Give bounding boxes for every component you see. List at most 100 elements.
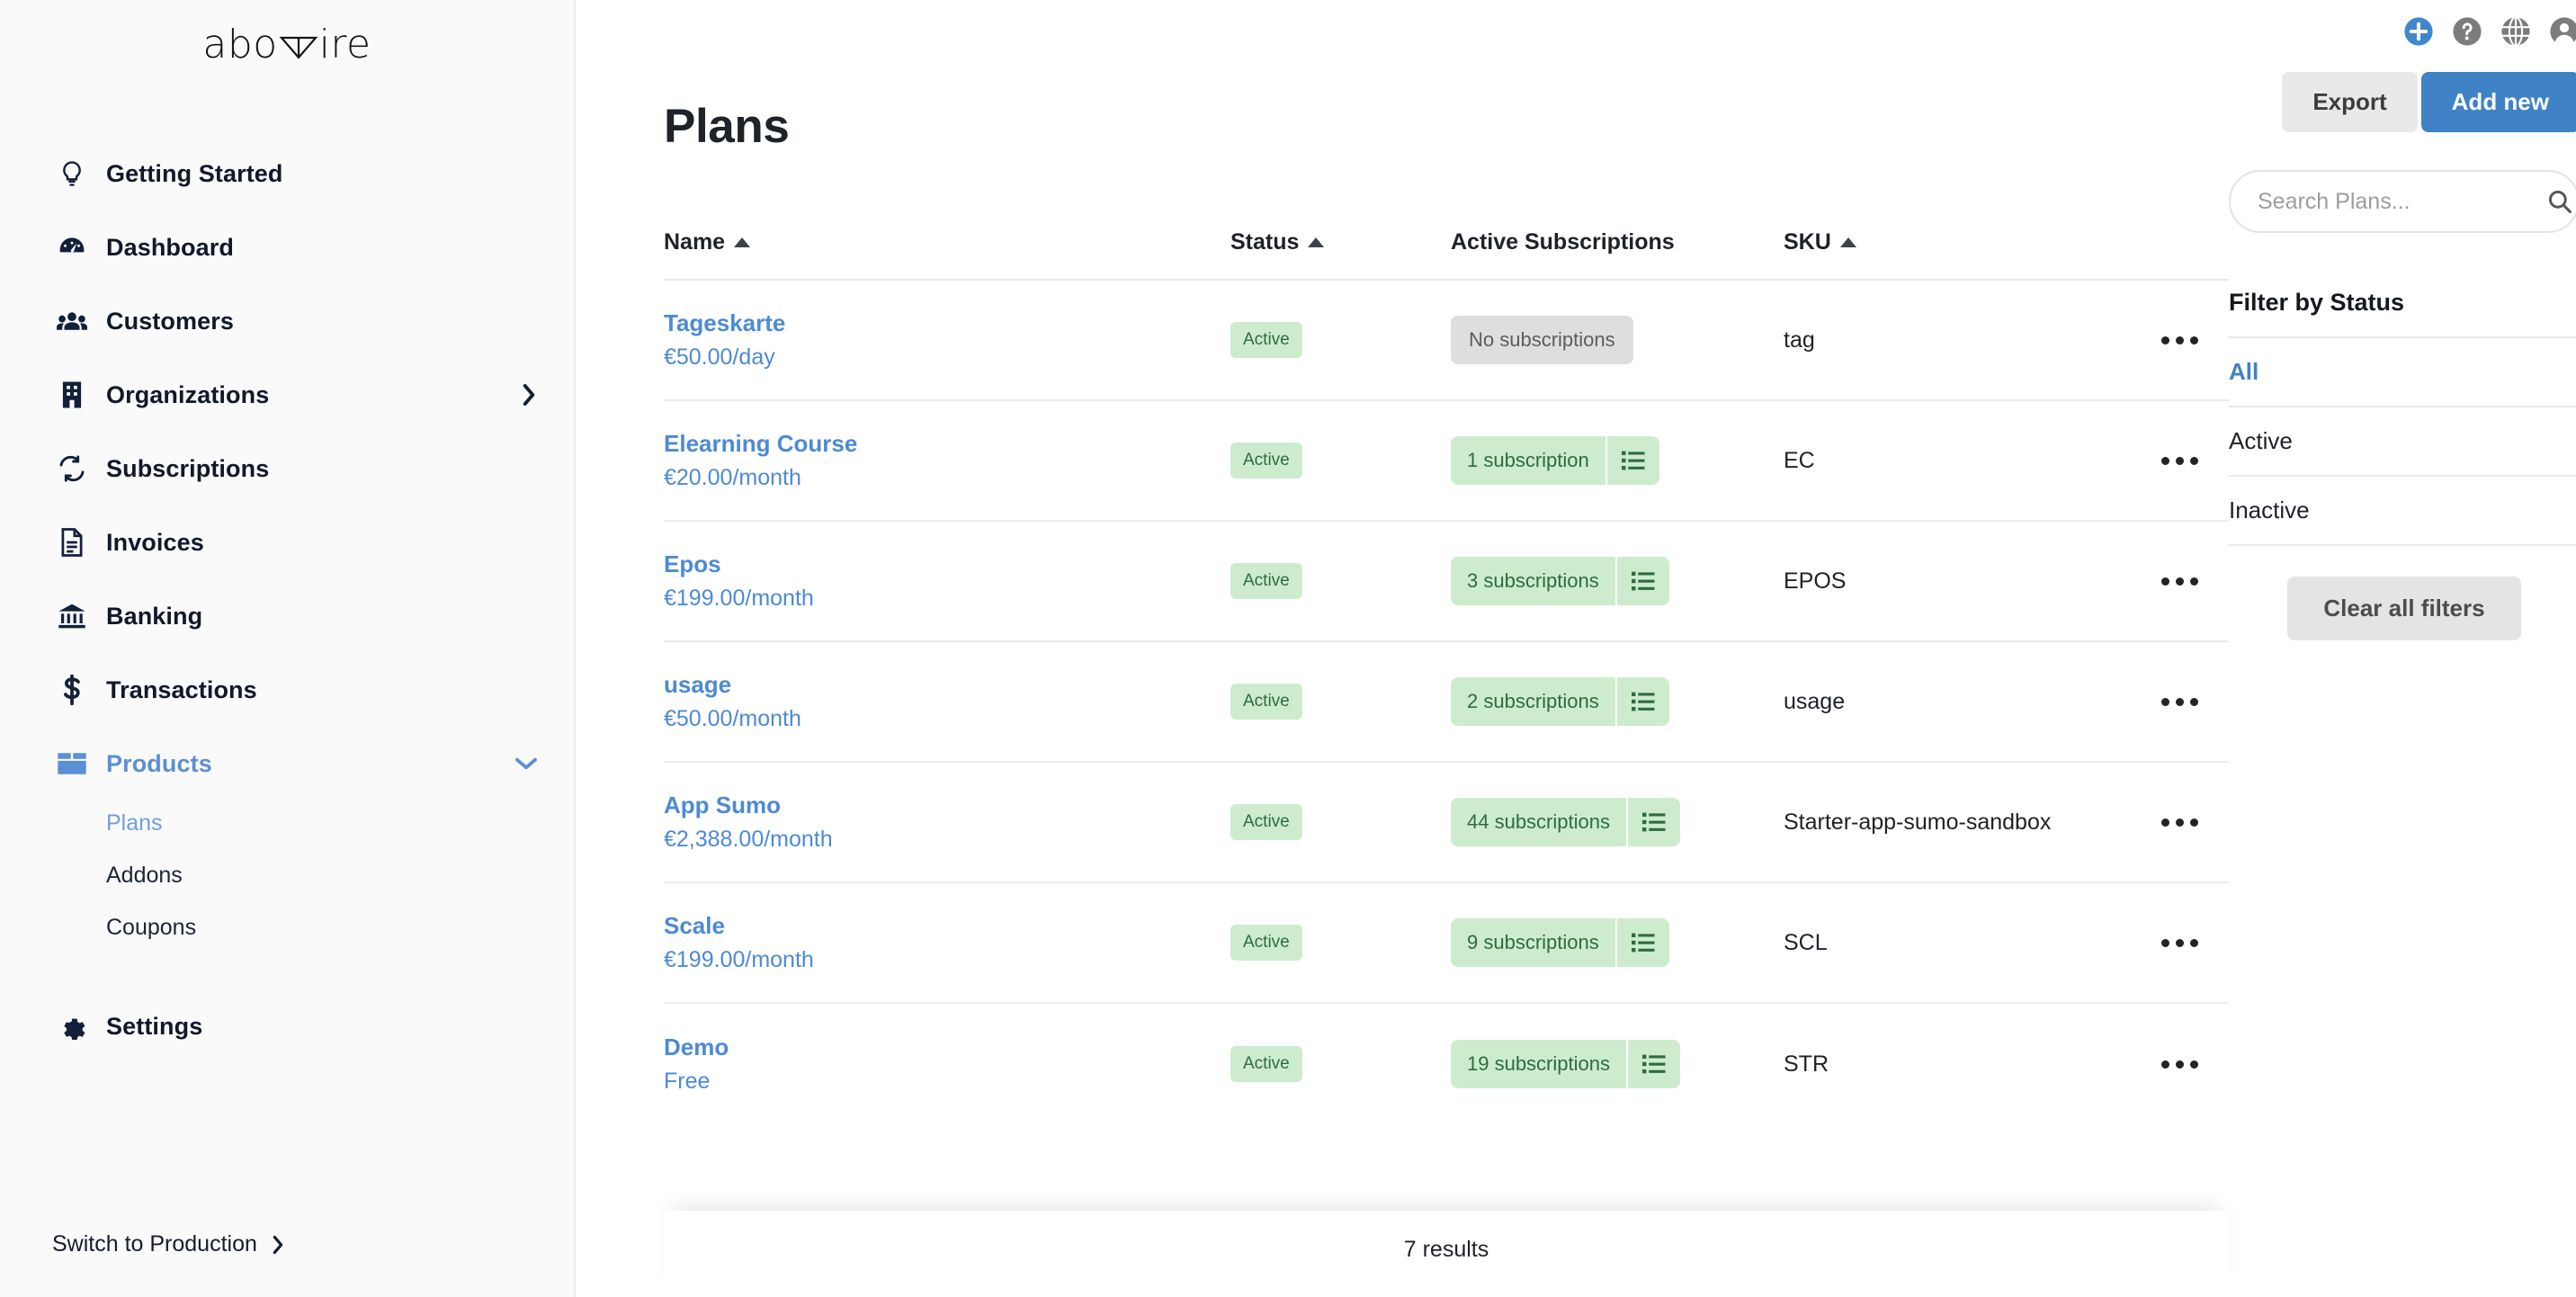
plan-price[interactable]: €199.00/month (664, 947, 1230, 973)
add-circle-icon[interactable] (2403, 16, 2434, 47)
filter-option-active[interactable]: Active (2229, 406, 2576, 475)
table-row: Epos €199.00/month Active 3 subscription… (664, 522, 2229, 642)
subscriptions-count: No subscriptions (1451, 316, 1633, 364)
list-icon[interactable] (1617, 557, 1669, 605)
logo-w-glyph (279, 31, 318, 58)
column-header-sku[interactable]: SKU (1784, 229, 2143, 255)
lightbulb-icon (52, 158, 92, 189)
chevron-down-icon[interactable] (514, 755, 538, 773)
subscriptions-badge[interactable]: 1 subscription (1451, 436, 1659, 485)
cell-subscriptions: 19 subscriptions (1451, 1040, 1784, 1088)
sidebar-item-settings[interactable]: Settings (0, 989, 574, 1063)
export-button[interactable]: Export (2282, 72, 2417, 132)
plan-price[interactable]: €50.00/day (664, 344, 1230, 371)
user-avatar-icon[interactable] (2549, 16, 2576, 47)
dollar-icon (52, 675, 92, 705)
search-input[interactable] (2258, 189, 2547, 215)
sidebar-item-getting-started[interactable]: Getting Started (0, 137, 574, 210)
plan-name-link[interactable]: Demo (664, 1033, 1230, 1061)
sidebar-subitem-plans[interactable]: Plans (0, 797, 574, 849)
table-row: Tageskarte €50.00/day Active No subscrip… (664, 281, 2229, 401)
cell-plan-name: usage €50.00/month (664, 671, 1230, 732)
sidebar-item-subscriptions[interactable]: Subscriptions (0, 432, 574, 505)
column-header-label: Status (1230, 229, 1299, 255)
plan-name-link[interactable]: Tageskarte (664, 309, 1230, 337)
row-actions-menu-icon[interactable] (2158, 808, 2202, 837)
row-actions-menu-icon[interactable] (2158, 1050, 2202, 1079)
results-footer: 7 results (664, 1211, 2229, 1297)
subscriptions-badge[interactable]: 3 subscriptions (1451, 557, 1669, 605)
sidebar: aboire Getting Started Dashboard (0, 0, 576, 1297)
sidebar-subitem-addons[interactable]: Addons (0, 849, 574, 901)
subscriptions-badge[interactable]: 2 subscriptions (1451, 677, 1669, 726)
sidebar-item-organizations[interactable]: Organizations (0, 358, 574, 432)
sidebar-subitem-coupons[interactable]: Coupons (0, 901, 574, 953)
subscriptions-count: 44 subscriptions (1451, 798, 1626, 846)
row-actions-menu-icon[interactable] (2158, 687, 2202, 717)
search-icon[interactable] (2547, 189, 2572, 214)
brand-logo[interactable]: aboire (0, 0, 574, 77)
globe-icon[interactable] (2500, 16, 2531, 47)
cell-actions (2143, 1050, 2229, 1079)
status-badge: Active (1230, 804, 1302, 840)
row-actions-menu-icon[interactable] (2158, 446, 2202, 476)
plan-name-link[interactable]: App Sumo (664, 792, 1230, 819)
gear-icon (52, 1013, 92, 1040)
table-row: Demo Free Active 19 subscriptions STR (664, 1004, 2229, 1124)
add-new-button[interactable]: Add new (2421, 72, 2576, 132)
column-header-active-subscriptions[interactable]: Active Subscriptions (1451, 229, 1784, 255)
plan-price[interactable]: Free (664, 1069, 1230, 1095)
cell-subscriptions: 3 subscriptions (1451, 557, 1784, 605)
list-icon[interactable] (1628, 1040, 1680, 1088)
cell-sku: EC (1784, 445, 2143, 477)
list-icon[interactable] (1617, 918, 1669, 967)
plan-name-link[interactable]: Scale (664, 912, 1230, 940)
document-icon (52, 528, 92, 557)
plan-price[interactable]: €20.00/month (664, 465, 1230, 491)
row-actions-menu-icon[interactable] (2158, 928, 2202, 958)
switch-to-production-link[interactable]: Switch to Production (0, 1231, 574, 1297)
clear-all-filters-button[interactable]: Clear all filters (2287, 577, 2520, 640)
row-actions-menu-icon[interactable] (2158, 567, 2202, 596)
box-icon (52, 751, 92, 776)
plan-name-link[interactable]: usage (664, 671, 1230, 699)
plan-price[interactable]: €50.00/month (664, 706, 1230, 732)
cell-subscriptions: 9 subscriptions (1451, 918, 1784, 967)
status-badge: Active (1230, 443, 1302, 479)
sidebar-item-products[interactable]: Products (0, 727, 574, 801)
list-icon[interactable] (1628, 798, 1680, 846)
page-title: Plans (664, 99, 2229, 154)
subscriptions-badge[interactable]: 44 subscriptions (1451, 798, 1680, 846)
search-plans-box[interactable] (2229, 170, 2576, 233)
chevron-right-icon[interactable] (520, 383, 538, 407)
filter-option-all[interactable]: All (2229, 336, 2576, 406)
sidebar-item-transactions[interactable]: Transactions (0, 653, 574, 727)
column-header-status[interactable]: Status (1230, 229, 1451, 255)
list-icon[interactable] (1617, 677, 1669, 726)
cell-actions (2143, 446, 2229, 476)
subscriptions-badge[interactable]: 19 subscriptions (1451, 1040, 1680, 1088)
filter-option-inactive[interactable]: Inactive (2229, 475, 2576, 546)
table-body: Tageskarte €50.00/day Active No subscrip… (664, 281, 2229, 1124)
subscriptions-badge[interactable]: 9 subscriptions (1451, 918, 1669, 967)
table-row: App Sumo €2,388.00/month Active 44 subsc… (664, 763, 2229, 883)
sku-value: EC (1784, 448, 1815, 473)
column-header-name[interactable]: Name (664, 229, 1230, 255)
plan-name-link[interactable]: Epos (664, 550, 1230, 578)
help-circle-icon[interactable] (2452, 16, 2482, 47)
right-panel: Export Add new Filter by Status AllActiv… (2229, 0, 2576, 1297)
sidebar-item-customers[interactable]: Customers (0, 284, 574, 358)
plan-price[interactable]: €2,388.00/month (664, 827, 1230, 853)
sidebar-item-dashboard[interactable]: Dashboard (0, 210, 574, 284)
plan-price[interactable]: €199.00/month (664, 586, 1230, 612)
sidebar-item-label: Banking (106, 603, 202, 631)
row-actions-menu-icon[interactable] (2158, 326, 2202, 355)
sidebar-item-banking[interactable]: Banking (0, 579, 574, 653)
subscriptions-count: 2 subscriptions (1451, 677, 1615, 726)
sku-value: tag (1784, 327, 1815, 353)
list-icon[interactable] (1607, 436, 1659, 485)
cell-actions (2143, 326, 2229, 355)
subscriptions-count: 1 subscription (1451, 436, 1606, 485)
plan-name-link[interactable]: Elearning Course (664, 430, 1230, 458)
sidebar-item-invoices[interactable]: Invoices (0, 505, 574, 579)
